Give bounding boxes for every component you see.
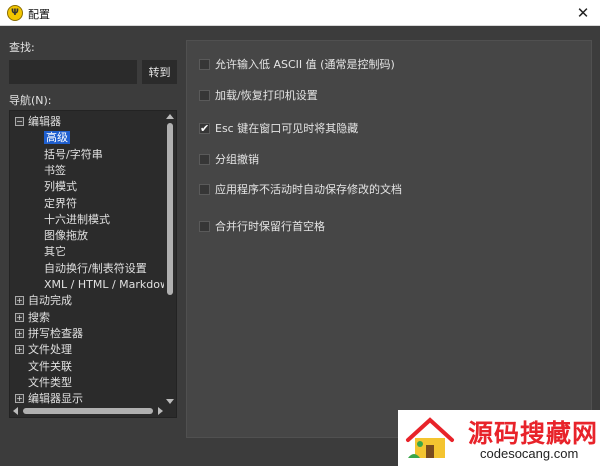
scroll-up-icon[interactable] xyxy=(166,114,174,119)
tree-item-label: 自动换行/制表符设置 xyxy=(44,261,147,275)
tree-item[interactable]: 括号/字符串 xyxy=(44,147,103,163)
expand-icon[interactable]: + xyxy=(15,328,24,338)
option-row[interactable]: 应用程序不活动时自动保存修改的文档 xyxy=(199,181,402,197)
tree-item-label: 搜索 xyxy=(28,310,50,324)
tree-item-label: 十六进制模式 xyxy=(44,212,110,226)
option-row[interactable]: 合并行时保留行首空格 xyxy=(199,218,325,234)
expand-icon[interactable]: + xyxy=(15,394,24,404)
tree-item-label: 拼写检查器 xyxy=(28,326,83,340)
option-label: 允许输入低 ASCII 值 (通常是控制码) xyxy=(215,58,395,71)
option-checkbox[interactable]: ✔ xyxy=(199,122,210,134)
tree-item[interactable]: 自动换行/制表符设置 xyxy=(44,261,147,277)
option-label: Esc 键在窗口可见时将其隐藏 xyxy=(215,122,359,135)
option-label: 加载/恢复打印机设置 xyxy=(215,89,318,102)
navigation-label: 导航(N): xyxy=(9,94,52,107)
tree-item-label: 编辑器显示 xyxy=(28,392,83,406)
tree-item[interactable]: XML / HTML / Markdown xyxy=(44,277,166,293)
navigation-tree[interactable]: − 编辑器 高级 括号/字符串 书签 列模式 定界符 十六进制模式 图像拖放 其它 自动换行/制表符… xyxy=(9,110,177,418)
app-icon: Ψ xyxy=(7,5,23,21)
option-row[interactable]: 分组撤销 xyxy=(199,151,259,167)
scroll-left-icon[interactable] xyxy=(13,407,18,415)
expand-icon[interactable]: + xyxy=(15,296,24,306)
tree-item-label: 文件关联 xyxy=(28,359,72,373)
tree-item-label: 编辑器 xyxy=(28,115,61,128)
collapse-icon[interactable]: − xyxy=(15,117,24,126)
scroll-right-icon[interactable] xyxy=(158,407,163,415)
watermark: 源码搜藏网 codesocang.com xyxy=(398,410,600,466)
watermark-url: codesocang.com xyxy=(480,446,579,461)
tree-item-label: 文件处理 xyxy=(28,343,72,357)
tree-item-label: XML / HTML / Markdown xyxy=(44,278,166,291)
watermark-title: 源码搜藏网 xyxy=(468,419,599,448)
tree-item[interactable]: 其它 xyxy=(44,244,66,260)
scrollbar-corner xyxy=(164,405,176,417)
tree-item[interactable]: 十六进制模式 xyxy=(44,212,110,228)
tree-item-label: 括号/字符串 xyxy=(44,147,103,161)
settings-panel: 允许输入低 ASCII 值 (通常是控制码) 加载/恢复打印机设置 ✔ Esc 键在窗… xyxy=(186,40,592,438)
expand-icon[interactable]: + xyxy=(15,345,24,355)
tree-item[interactable]: 高级 xyxy=(44,130,70,146)
tree-item-label: 自动完成 xyxy=(28,294,72,308)
tree-item-label: 列模式 xyxy=(44,180,77,194)
option-label: 分组撤销 xyxy=(215,153,259,166)
tree-item-label: 图像拖放 xyxy=(44,229,88,243)
tree-item-label: 书签 xyxy=(44,163,66,177)
window-title: 配置 xyxy=(28,8,50,21)
option-checkbox[interactable] xyxy=(199,183,210,195)
option-label: 应用程序不活动时自动保存修改的文档 xyxy=(215,183,402,196)
tree-item[interactable]: 文件类型 xyxy=(28,375,72,391)
tree-item[interactable]: 列模式 xyxy=(44,179,77,195)
option-checkbox[interactable] xyxy=(199,58,210,70)
tree-item[interactable]: + 自动完成 xyxy=(15,293,72,309)
house-logo-icon xyxy=(406,417,454,458)
tree-item[interactable]: 定界符 xyxy=(44,196,77,212)
title-bar: Ψ 配置 ✕ xyxy=(0,0,600,26)
option-checkbox[interactable] xyxy=(199,153,210,165)
tree-item-label: 文件类型 xyxy=(28,375,72,389)
tree-item[interactable]: + 拼写检查器 xyxy=(15,326,83,342)
option-checkbox[interactable] xyxy=(199,89,210,101)
tree-item-label: 高级 xyxy=(44,131,70,145)
vertical-scrollbar[interactable] xyxy=(164,111,176,407)
option-label: 合并行时保留行首空格 xyxy=(215,220,325,233)
tree-item[interactable]: 文件关联 xyxy=(28,359,72,375)
option-row[interactable]: 允许输入低 ASCII 值 (通常是控制码) xyxy=(199,56,395,72)
close-button[interactable]: ✕ xyxy=(566,0,600,26)
search-label: 查找: xyxy=(9,41,35,54)
option-checkbox[interactable] xyxy=(199,220,210,232)
option-row[interactable]: ✔ Esc 键在窗口可见时将其隐藏 xyxy=(199,120,358,136)
tree-item[interactable]: + 文件处理 xyxy=(15,342,72,358)
horizontal-scroll-thumb[interactable] xyxy=(23,408,153,414)
vertical-scroll-thumb[interactable] xyxy=(167,123,173,295)
option-row[interactable]: 加载/恢复打印机设置 xyxy=(199,87,318,103)
horizontal-scrollbar[interactable] xyxy=(10,405,166,417)
tree-item-label: 其它 xyxy=(44,245,66,259)
tree-item[interactable]: 书签 xyxy=(44,163,66,179)
expand-icon[interactable]: + xyxy=(15,312,24,322)
scroll-down-icon[interactable] xyxy=(166,399,174,404)
tree-item[interactable]: − 编辑器 xyxy=(15,114,61,130)
search-input[interactable] xyxy=(9,60,137,84)
tree-viewport: − 编辑器 高级 括号/字符串 书签 列模式 定界符 十六进制模式 图像拖放 其它 自动换行/制表符… xyxy=(10,111,166,407)
tree-item-label: 定界符 xyxy=(44,196,77,210)
tree-item[interactable]: 图像拖放 xyxy=(44,228,88,244)
tree-item[interactable]: + 搜索 xyxy=(15,310,50,326)
goto-button[interactable]: 转到 xyxy=(142,60,177,84)
